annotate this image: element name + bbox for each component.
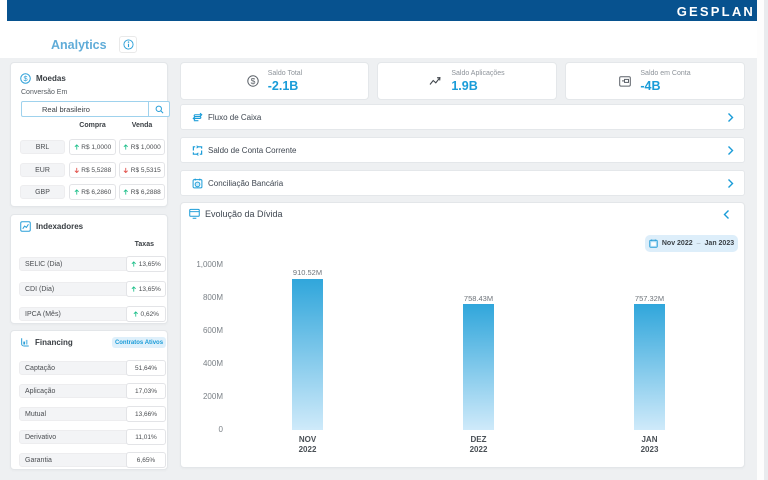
svg-text:$: $ (23, 74, 27, 83)
svg-text:$: $ (250, 76, 255, 86)
